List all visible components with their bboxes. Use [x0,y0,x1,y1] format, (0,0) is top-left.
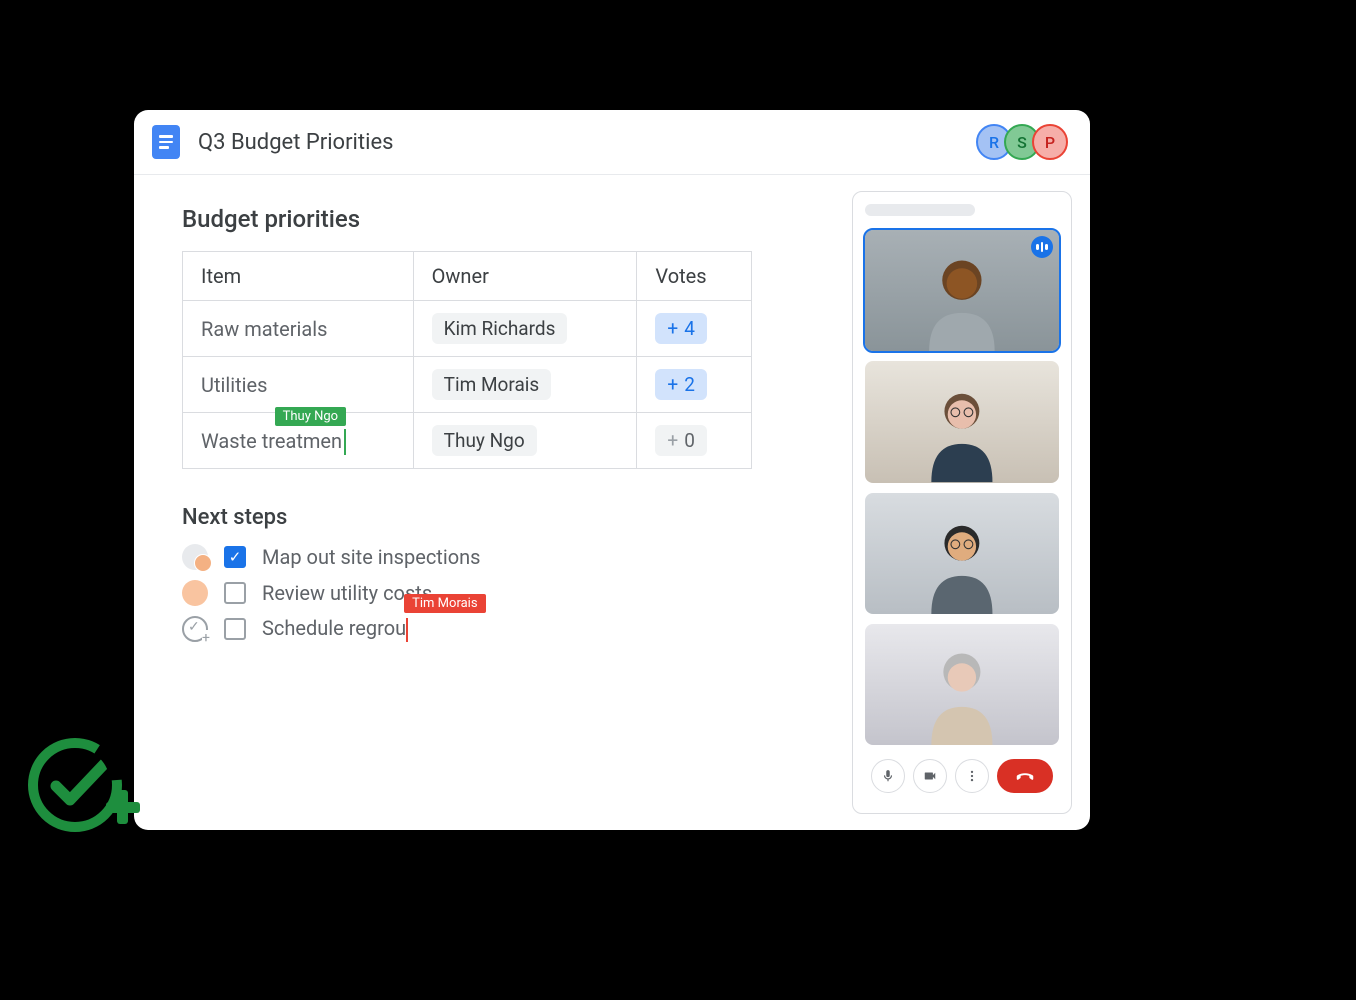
task-text[interactable]: Schedule regrouTim Morais [262,616,408,642]
participant-tile[interactable] [865,361,1059,482]
item-cell[interactable]: Raw materials [183,301,414,357]
collaborator-avatar[interactable]: P [1032,124,1068,160]
mic-button[interactable] [871,759,905,793]
section-heading: Next steps [182,505,796,530]
plus-icon: + [667,429,678,452]
cursor-label: Tim Morais [404,594,485,613]
meet-controls [865,759,1059,793]
vote-chip[interactable]: +4 [655,313,706,344]
more-options-button[interactable] [955,759,989,793]
participant-illustration [894,242,1030,351]
item-cell[interactable]: Waste treatmen Thuy Ngo [183,413,414,469]
collaborator-cursor: Tim Morais [406,618,408,642]
assignee-avatar[interactable] [182,580,208,606]
participant-tile[interactable] [865,624,1059,745]
end-call-button[interactable] [997,759,1053,793]
column-header-item: Item [183,252,414,301]
table-row[interactable]: Utilities Tim Morais +2 [183,357,752,413]
task-checkbox[interactable] [224,582,246,604]
owner-chip[interactable]: Tim Morais [432,369,552,400]
assign-add-icon[interactable] [182,616,208,642]
participant-illustration [894,636,1030,745]
document-title[interactable]: Q3 Budget Priorities [198,130,976,155]
priorities-table[interactable]: Item Owner Votes Raw materials Kim Richa… [182,251,752,469]
column-header-owner: Owner [413,252,637,301]
participant-illustration [894,505,1030,614]
more-vertical-icon [965,769,979,783]
phone-hangup-icon [1014,765,1036,787]
speaking-indicator-icon [1031,236,1053,258]
document-window: Q3 Budget Priorities R S P Budget priori… [134,110,1090,830]
video-button[interactable] [913,759,947,793]
mic-icon [881,769,895,783]
plus-icon: + [667,373,678,396]
task-check-badge-icon [20,730,140,850]
table-row[interactable]: Raw materials Kim Richards +4 [183,301,752,357]
participant-illustration [894,373,1030,482]
video-icon [923,769,937,783]
task-row[interactable]: Schedule regrouTim Morais [182,616,796,642]
assignee-avatar[interactable] [182,544,208,570]
header: Q3 Budget Priorities R S P [134,110,1090,175]
collaborator-avatars: R S P [976,124,1068,160]
item-cell[interactable]: Utilities [183,357,414,413]
participant-tile[interactable] [865,493,1059,614]
cursor-label: Thuy Ngo [275,407,346,426]
task-row[interactable]: ✓ Map out site inspections [182,544,796,570]
collaborator-cursor [344,429,346,455]
meet-panel [852,191,1072,814]
meet-header-placeholder [865,204,975,216]
task-row[interactable]: Review utility costs [182,580,796,606]
task-checkbox[interactable] [224,618,246,640]
next-steps-section: Next steps ✓ Map out site inspections Re… [182,505,796,642]
participant-tile[interactable] [865,230,1059,351]
task-checkbox[interactable]: ✓ [224,546,246,568]
task-text[interactable]: Map out site inspections [262,545,480,569]
plus-icon: + [667,317,678,340]
docs-app-icon[interactable] [152,125,180,159]
column-header-votes: Votes [637,252,752,301]
section-heading: Budget priorities [182,205,796,233]
table-row[interactable]: Waste treatmen Thuy Ngo Thuy Ngo +0 [183,413,752,469]
document-body[interactable]: Budget priorities Item Owner Votes Raw m… [134,175,844,830]
owner-chip[interactable]: Kim Richards [432,313,568,344]
vote-chip[interactable]: +2 [655,369,706,400]
owner-chip[interactable]: Thuy Ngo [432,425,537,456]
vote-chip[interactable]: +0 [655,425,706,456]
